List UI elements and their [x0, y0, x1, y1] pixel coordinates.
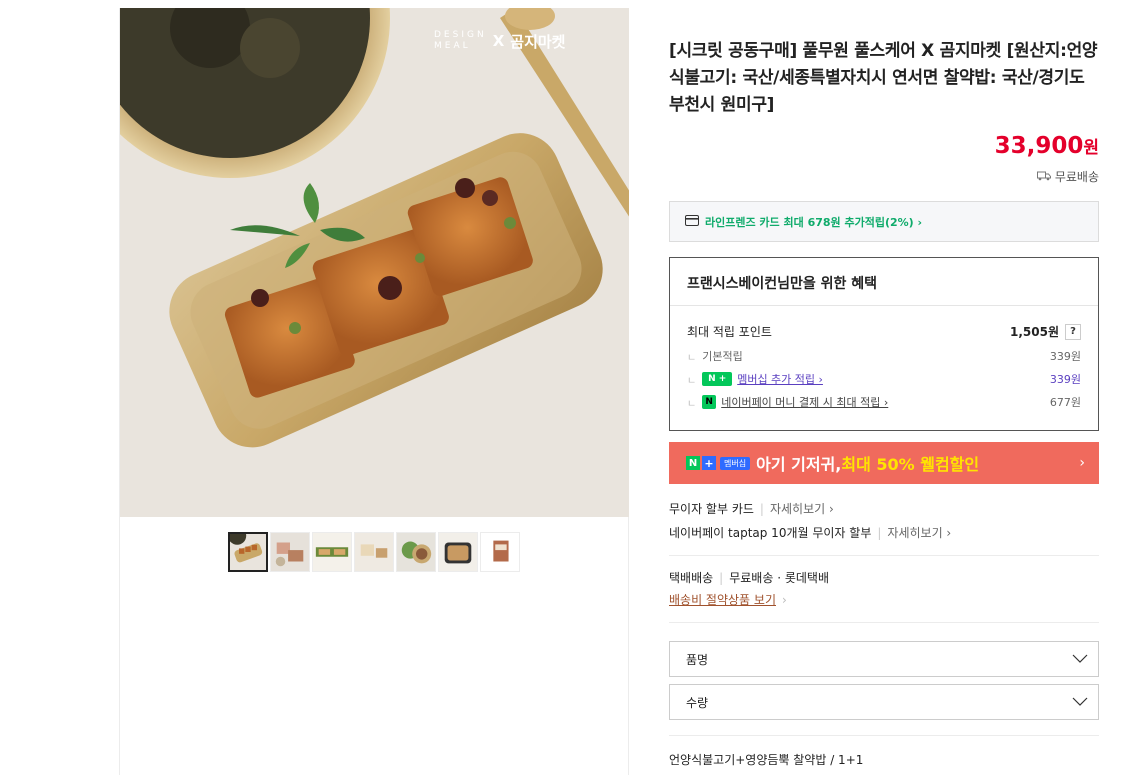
- delivery-type: 택배배송: [669, 571, 714, 585]
- card-promo-text: 라인프렌즈 카드 최대 678원 추가적립(2%) ›: [705, 215, 923, 229]
- shipping-saving-row: 배송비 절약상품 보기 ›: [669, 591, 787, 608]
- basic-points-value: 339원: [1049, 350, 1081, 363]
- delivery-fee: 무료배송 · 롯데택배: [729, 571, 829, 585]
- membership-label: 멤버십: [720, 456, 751, 470]
- option-select-product-name[interactable]: 품명: [669, 641, 1099, 677]
- main-product-image[interactable]: DESIGN MEAL X 곰지마켓: [120, 8, 629, 517]
- thumbnail-4[interactable]: [354, 532, 394, 572]
- plus-icon: +: [702, 456, 716, 470]
- naver-plus-membership-badge: N + 멤버십: [686, 456, 751, 470]
- basic-points-row: ㄴ 기본적립 339원: [687, 348, 1081, 364]
- thumbnail-6[interactable]: [438, 532, 478, 572]
- chevron-down-icon: [1072, 695, 1088, 709]
- npay-points-link[interactable]: 네이버페이 머니 결제 시 최대 적립 ›: [721, 394, 888, 410]
- selected-option-name: 언양식불고기+영양듬뿍 찰약밥 / 1+1: [669, 753, 864, 767]
- chevron-down-icon: [1072, 652, 1088, 666]
- brand-overlay: DESIGN MEAL X 곰지마켓: [434, 30, 565, 52]
- thumbnail-strip: [228, 532, 520, 572]
- thumbnail-3[interactable]: [312, 532, 352, 572]
- indent-icon: ㄴ: [687, 352, 697, 364]
- banner-highlight: 최대 50% 웰컴할인: [841, 455, 980, 474]
- divider: [669, 622, 1099, 623]
- installment-npay-label: 네이버페이 taptap 10개월 무이자 할부: [669, 526, 872, 540]
- naver-plus-badge-icon: N +: [702, 372, 733, 386]
- naver-n-icon: N: [686, 456, 700, 470]
- indent-icon: ㄴ: [687, 375, 697, 387]
- help-icon[interactable]: ?: [1065, 323, 1081, 340]
- brand-design-line1: DESIGN: [434, 30, 487, 40]
- npay-points-value: 677원: [1049, 396, 1081, 409]
- chevron-right-icon: ›: [1079, 455, 1085, 471]
- card-icon: [685, 214, 699, 229]
- max-points-row: 최대 적립 포인트 1,505원 ?: [687, 323, 1081, 340]
- brand-partner: 곰지마켓: [510, 32, 566, 51]
- separator: |: [759, 501, 764, 516]
- divider: [669, 735, 1099, 736]
- brand-design-line2: MEAL: [434, 41, 471, 51]
- installment-npay-row: 네이버페이 taptap 10개월 무이자 할부 | 자세히보기 ›: [669, 524, 951, 541]
- shipping-tag-label: 무료배송: [1054, 170, 1099, 184]
- basic-points-label: 기본적립: [702, 350, 743, 363]
- membership-points-row: ㄴ N + 멤버십 추가 적립 › 339원: [687, 371, 1081, 387]
- thumbnail-1[interactable]: [228, 532, 268, 572]
- max-points-label: 최대 적립 포인트: [687, 325, 772, 339]
- truck-icon: [1036, 170, 1051, 184]
- price-unit: 원: [1083, 138, 1099, 158]
- membership-points-value: 339원: [1049, 373, 1081, 386]
- membership-points-link[interactable]: 멤버십 추가 적립 ›: [737, 371, 823, 387]
- installment-card-row: 무이자 할부 카드 | 자세히보기 ›: [669, 500, 834, 517]
- naver-pay-icon: N: [702, 395, 717, 409]
- delivery-row: 택배배송 | 무료배송 · 롯데택배: [669, 569, 829, 586]
- max-points-value: 1,505원: [1010, 325, 1059, 339]
- option-select-label: 수량: [686, 695, 709, 710]
- separator: |: [877, 525, 882, 540]
- separator: |: [719, 570, 724, 585]
- installment-npay-more-link[interactable]: 자세히보기 ›: [887, 524, 951, 541]
- benefit-title: 프랜시스베이컨님만을 위한 혜택: [670, 258, 1098, 306]
- product-title: [시크릿 공동구매] 풀무원 풀스케어 X 곰지마켓 [원산지:언양식불고기: …: [669, 41, 1098, 115]
- installment-card-more-link[interactable]: 자세히보기 ›: [770, 500, 834, 517]
- price-number: 33,900: [994, 133, 1084, 159]
- indent-icon: ㄴ: [687, 398, 697, 410]
- brand-x: X: [492, 32, 505, 50]
- shipping-tag: 무료배송: [1036, 168, 1099, 185]
- gallery: DESIGN MEAL X 곰지마켓: [119, 8, 629, 775]
- thumbnail-7[interactable]: [480, 532, 520, 572]
- product-price: 33,900원: [995, 133, 1099, 159]
- npay-points-row: ㄴ N 네이버페이 머니 결제 시 최대 적립 › 677원: [687, 394, 1081, 410]
- divider: [669, 555, 1099, 556]
- card-promo[interactable]: 라인프렌즈 카드 최대 678원 추가적립(2%) ›: [669, 201, 1099, 242]
- thumbnail-5[interactable]: [396, 532, 436, 572]
- thumbnail-2[interactable]: [270, 532, 310, 572]
- product-detail-page: DESIGN MEAL X 곰지마켓 [시크릿 공동구매] 풀무원 풀스케어 X…: [0, 0, 1139, 775]
- shipping-saving-link[interactable]: 배송비 절약상품 보기: [669, 591, 776, 608]
- option-select-quantity[interactable]: 수량: [669, 684, 1099, 720]
- benefit-box: 프랜시스베이컨님만을 위한 혜택 최대 적립 포인트 1,505원 ? ㄴ 기본…: [669, 257, 1099, 431]
- banner-text: 아기 기저귀,: [756, 455, 842, 474]
- chevron-right-icon: ›: [782, 592, 787, 607]
- option-select-label: 품명: [686, 652, 709, 667]
- membership-banner[interactable]: N + 멤버십 아기 기저귀, 최대 50% 웰컴할인 ›: [669, 442, 1099, 484]
- installment-card-label: 무이자 할부 카드: [669, 502, 754, 516]
